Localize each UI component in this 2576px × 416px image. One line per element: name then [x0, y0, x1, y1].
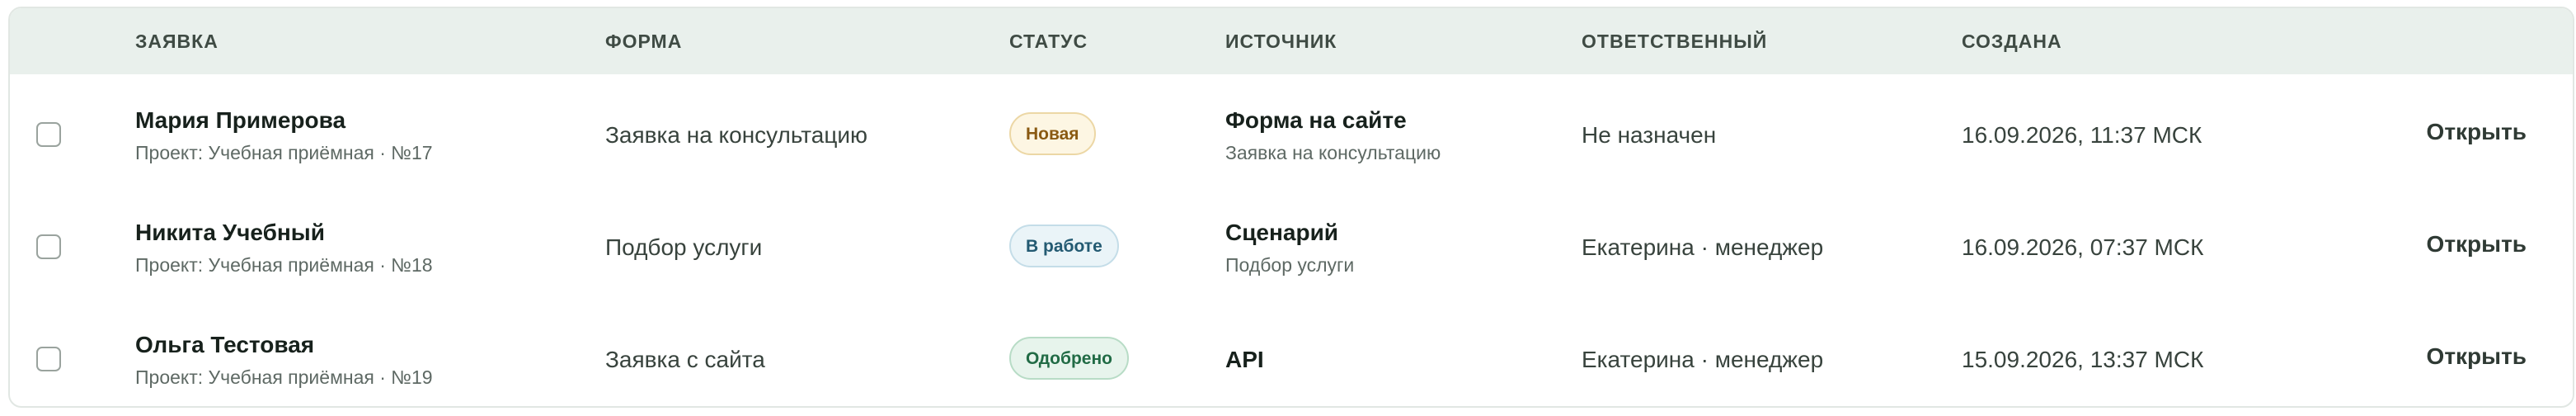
column-header-request[interactable]: ЗАЯВКА [135, 8, 219, 74]
column-header-status[interactable]: СТАТУС [1009, 8, 1088, 74]
table-row[interactable]: Мария Примерова Проект: Учебная приёмная… [10, 79, 2573, 191]
open-button[interactable]: Открыть [2427, 343, 2527, 370]
column-header-created[interactable]: СОЗДАНА [1962, 8, 2062, 74]
row-checkbox[interactable] [36, 122, 61, 147]
column-header-assignee[interactable]: ОТВЕТСТВЕННЫЙ [1582, 8, 1767, 74]
assignee: Екатерина · менеджер [1582, 234, 1824, 260]
request-name: Мария Примерова [135, 107, 346, 133]
source-subtitle: Подбор услуги [1225, 254, 1355, 276]
open-button[interactable]: Открыть [2427, 119, 2527, 145]
table-row[interactable]: Никита Учебный Проект: Учебная приёмная … [10, 191, 2573, 304]
request-name: Ольга Тестовая [135, 332, 315, 357]
created-date: 15.09.2026, 13:37 МСК [1962, 347, 2204, 372]
form-name: Заявка на консультацию [605, 122, 868, 148]
column-header-form[interactable]: ФОРМА [605, 8, 682, 74]
assignee: Екатерина · менеджер [1582, 347, 1824, 372]
status-badge: В работе [1009, 225, 1119, 267]
source-title: API [1225, 347, 1264, 372]
column-header-source[interactable]: ИСТОЧНИК [1225, 8, 1337, 74]
request-meta: Проект: Учебная приёмная · №17 [135, 142, 433, 163]
created-date: 16.09.2026, 07:37 МСК [1962, 234, 2204, 260]
source-subtitle: Заявка на консультацию [1225, 142, 1441, 163]
table-row[interactable]: Ольга Тестовая Проект: Учебная приёмная … [10, 304, 2573, 406]
request-meta: Проект: Учебная приёмная · №18 [135, 254, 433, 276]
assignee: Не назначен [1582, 122, 1717, 148]
created-date: 16.09.2026, 11:37 МСК [1962, 122, 2202, 148]
open-button[interactable]: Открыть [2427, 231, 2527, 258]
row-checkbox[interactable] [36, 234, 61, 259]
table-header: ЗАЯВКА ФОРМА СТАТУС ИСТОЧНИК ОТВЕТСТВЕНН… [10, 8, 2573, 74]
row-checkbox[interactable] [36, 347, 61, 371]
request-name: Никита Учебный [135, 220, 325, 245]
status-badge: Одобрено [1009, 337, 1129, 380]
form-name: Заявка с сайта [605, 347, 765, 372]
request-meta: Проект: Учебная приёмная · №19 [135, 366, 433, 388]
source-title: Форма на сайте [1225, 107, 1407, 133]
requests-table: ЗАЯВКА ФОРМА СТАТУС ИСТОЧНИК ОТВЕТСТВЕНН… [8, 7, 2574, 408]
source-title: Сценарий [1225, 220, 1339, 245]
status-badge: Новая [1009, 112, 1096, 155]
form-name: Подбор услуги [605, 234, 763, 260]
